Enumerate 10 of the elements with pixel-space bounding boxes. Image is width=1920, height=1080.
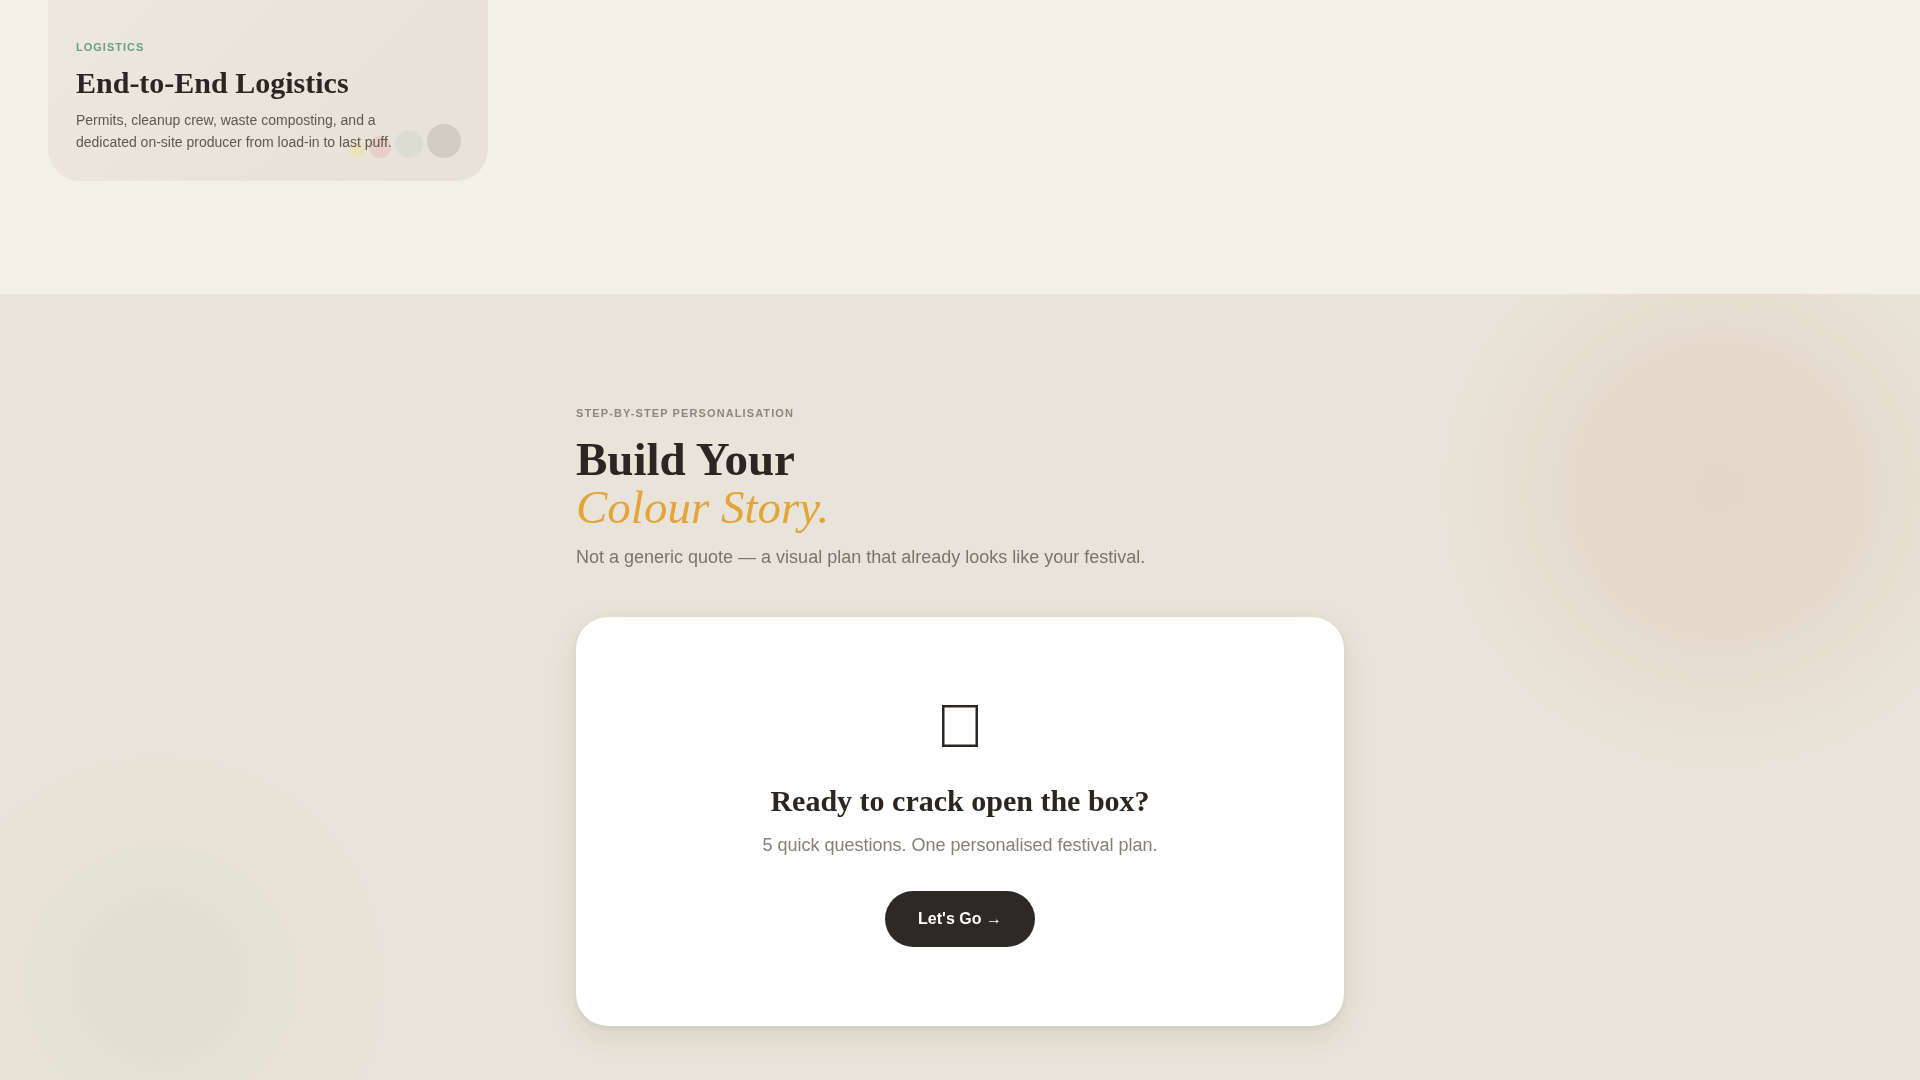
quiz-heading: Ready to crack open the box? bbox=[770, 783, 1150, 819]
rectangle-outline-icon bbox=[942, 705, 978, 747]
section-subtitle: Not a generic quote — a visual plan that already looks like your festival. bbox=[576, 546, 1147, 569]
card-title: End-to-End Logistics bbox=[76, 65, 350, 101]
card-description: Permits, cleanup crew, waste composting, and a dedicated on-site producer from load-in to last puff. bbox=[76, 111, 393, 152]
category-label: LOGISTICS bbox=[76, 40, 146, 54]
section-eyebrow: STEP-BY-STEP PERSONALISATION bbox=[576, 406, 796, 421]
start-button[interactable]: Let's Go → bbox=[885, 891, 1035, 947]
quiz-text: 5 quick questions. One personalised festival plan. bbox=[762, 834, 1158, 857]
section-title: Build Your Colour Story. bbox=[576, 435, 831, 531]
